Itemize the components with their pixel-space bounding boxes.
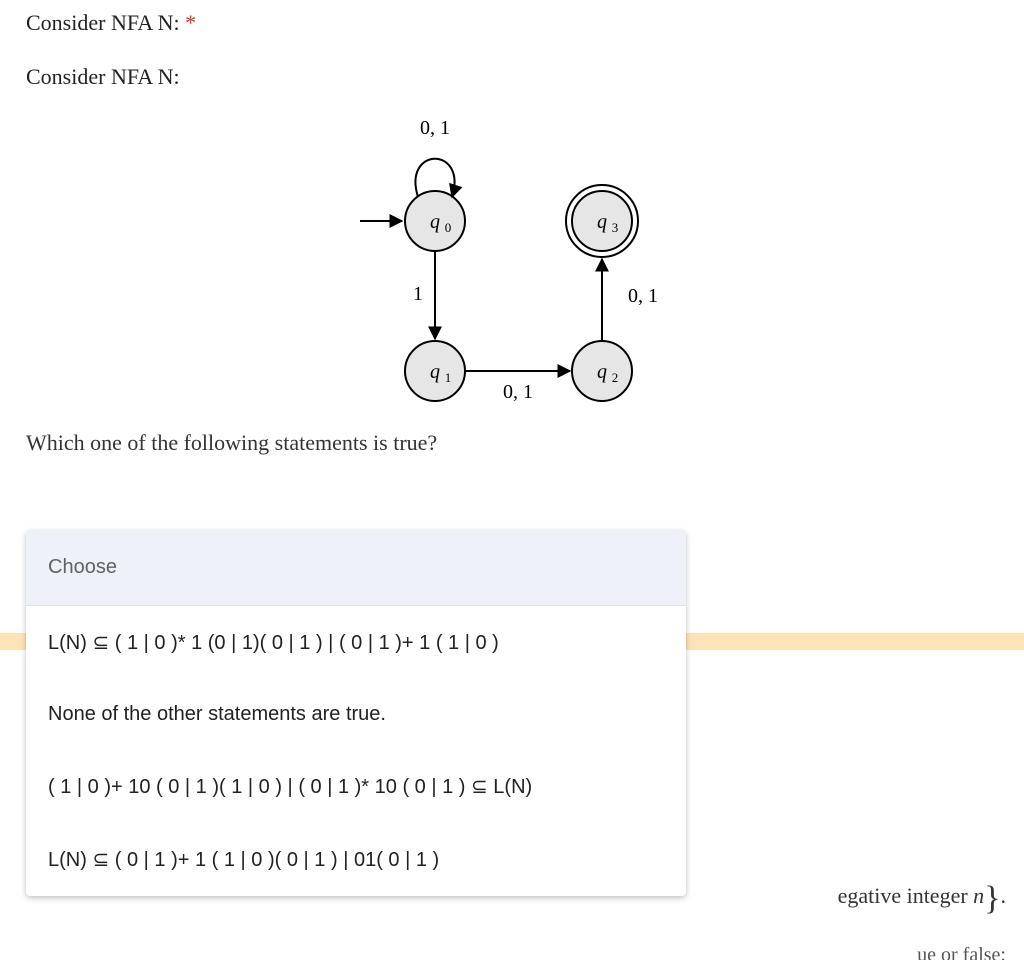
nfa-diagram: q 0 0, 1 q 3 q 1 q 2 1 0, 1 bbox=[26, 100, 998, 428]
svg-text:0: 0 bbox=[445, 220, 452, 235]
nfa-svg: q 0 0, 1 q 3 q 1 q 2 1 0, 1 bbox=[302, 106, 722, 416]
svg-text:q: q bbox=[597, 361, 607, 383]
dropdown-option-0[interactable]: L(N) ⊆ ( 1 | 0 )* 1 (0 | 1)( 0 | 1 ) | (… bbox=[26, 606, 686, 679]
svg-text:2: 2 bbox=[612, 370, 619, 385]
required-marker: * bbox=[185, 10, 196, 35]
question-subtitle: Consider NFA N: bbox=[26, 64, 998, 90]
answer-dropdown[interactable]: Choose L(N) ⊆ ( 1 | 0 )* 1 (0 | 1)( 0 | … bbox=[26, 530, 686, 896]
question-title: Consider NFA N: * bbox=[26, 10, 998, 36]
background-text-bottom: ue or false: bbox=[917, 944, 1006, 960]
svg-text:q: q bbox=[430, 361, 440, 383]
dropdown-placeholder[interactable]: Choose bbox=[26, 530, 686, 606]
label-q1-q2: 0, 1 bbox=[503, 381, 533, 403]
svg-text:q: q bbox=[597, 211, 607, 233]
dropdown-option-2[interactable]: ( 1 | 0 )+ 10 ( 0 | 1 )( 1 | 0 ) | ( 0 |… bbox=[26, 750, 686, 823]
svg-text:3: 3 bbox=[612, 220, 619, 235]
label-q0-q1: 1 bbox=[413, 283, 423, 305]
svg-text:1: 1 bbox=[445, 370, 452, 385]
label-q0-self: 0, 1 bbox=[420, 117, 450, 139]
background-text-right: egative integer n}. bbox=[838, 880, 1006, 918]
question-card: Consider NFA N: * Consider NFA N: q 0 0,… bbox=[0, 0, 1024, 456]
question-prompt: Which one of the following statements is… bbox=[26, 430, 998, 456]
svg-text:q: q bbox=[430, 211, 440, 233]
label-q2-q3: 0, 1 bbox=[628, 285, 658, 307]
question-title-text: Consider NFA N: bbox=[26, 10, 180, 35]
dropdown-option-1[interactable]: None of the other statements are true. bbox=[26, 679, 686, 750]
dropdown-option-3[interactable]: L(N) ⊆ ( 0 | 1 )+ 1 ( 1 | 0 )( 0 | 1 ) |… bbox=[26, 823, 686, 896]
